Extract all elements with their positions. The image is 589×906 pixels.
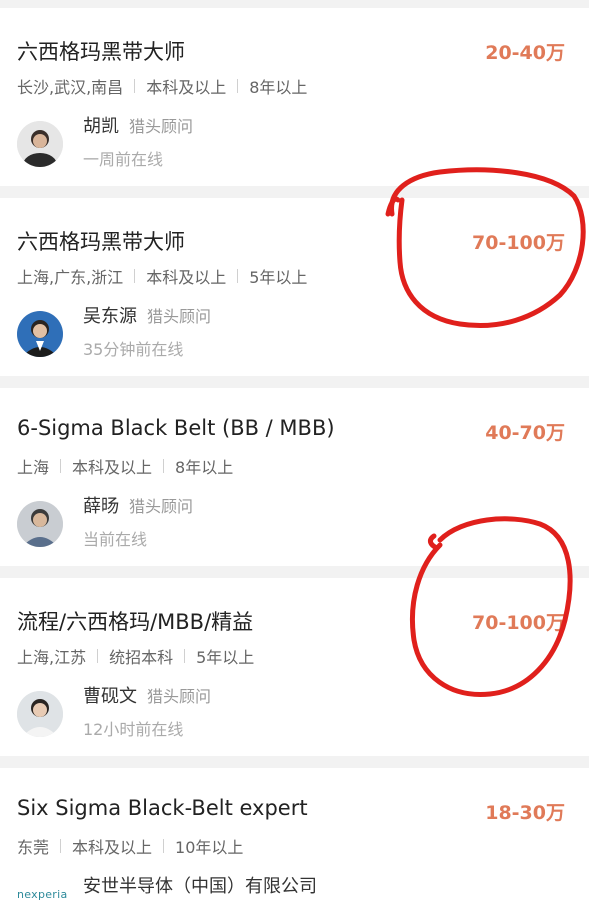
job-title: 六西格玛黑带大师 — [17, 40, 185, 64]
job-title: 六西格玛黑带大师 — [17, 230, 185, 254]
recruiter-role: 猎头顾问 — [147, 687, 212, 706]
divider — [163, 839, 165, 853]
recruiter-role: 猎头顾问 — [129, 117, 194, 136]
job-meta: 上海,江苏 统招本科 5年以上 — [17, 644, 254, 668]
salary: 70-100万 — [472, 612, 565, 634]
recruiter-role: 猎头顾问 — [129, 497, 194, 516]
avatar[interactable] — [17, 311, 63, 357]
experience: 8年以上 — [249, 78, 308, 97]
experience: 10年以上 — [175, 838, 244, 857]
salary: 40-70万 — [485, 422, 565, 444]
divider — [237, 269, 239, 283]
company-logo: nexperia — [17, 888, 68, 901]
recruiter-name: 薛旸 猎头顾问 — [83, 496, 194, 517]
salary: 18-30万 — [485, 802, 565, 824]
job-meta: 上海,广东,浙江 本科及以上 5年以上 — [17, 264, 307, 288]
job-meta: 长沙,武汉,南昌 本科及以上 8年以上 — [17, 74, 307, 98]
divider — [97, 649, 99, 663]
education: 统招本科 — [109, 648, 174, 667]
experience: 8年以上 — [175, 458, 234, 477]
experience: 5年以上 — [249, 268, 308, 287]
recruiter-role: 猎头顾问 — [147, 307, 212, 326]
divider — [134, 79, 136, 93]
avatar[interactable] — [17, 501, 63, 547]
job-card[interactable]: 六西格玛黑带大师 70-100万 上海,广东,浙江 本科及以上 5年以上 吴东源 猎头… — [0, 198, 589, 376]
divider — [60, 459, 62, 473]
avatar[interactable] — [17, 121, 63, 167]
salary: 70-100万 — [472, 232, 565, 254]
location: 上海 — [17, 458, 50, 477]
education: 本科及以上 — [146, 268, 227, 287]
online-status: 12小时前在线 — [83, 720, 184, 739]
job-card[interactable]: 流程/六西格玛/MBB/精益 70-100万 上海,江苏 统招本科 5年以上 曹砚文… — [0, 578, 589, 756]
job-meta: 上海 本科及以上 8年以上 — [17, 454, 233, 478]
job-card[interactable]: 六西格玛黑带大师 20-40万 长沙,武汉,南昌 本科及以上 8年以上 胡凯 猎头顾问… — [0, 8, 589, 186]
divider — [134, 269, 136, 283]
divider — [60, 839, 62, 853]
job-title: 6-Sigma Black Belt (BB / MBB) — [17, 416, 335, 440]
online-status: 35分钟前在线 — [83, 340, 184, 359]
salary: 20-40万 — [485, 42, 565, 64]
location: 上海,广东,浙江 — [17, 268, 124, 287]
education: 本科及以上 — [146, 78, 227, 97]
avatar[interactable] — [17, 691, 63, 737]
location: 东莞 — [17, 838, 50, 857]
location: 长沙,武汉,南昌 — [17, 78, 124, 97]
recruiter-name: 曹砚文 猎头顾问 — [83, 686, 212, 707]
divider — [237, 79, 239, 93]
online-status: 当前在线 — [83, 530, 148, 549]
recruiter-name: 吴东源 猎头顾问 — [83, 306, 212, 327]
education: 本科及以上 — [72, 458, 153, 477]
job-title: Six Sigma Black-Belt expert — [17, 796, 308, 820]
divider — [184, 649, 186, 663]
job-title: 流程/六西格玛/MBB/精益 — [17, 610, 254, 634]
location: 上海,江苏 — [17, 648, 87, 667]
online-status: 一周前在线 — [83, 150, 164, 169]
experience: 5年以上 — [196, 648, 255, 667]
job-card[interactable]: 6-Sigma Black Belt (BB / MBB) 40-70万 上海 本… — [0, 388, 589, 566]
job-card[interactable]: Six Sigma Black-Belt expert 18-30万 东莞 本科及… — [0, 768, 589, 906]
job-meta: 东莞 本科及以上 10年以上 — [17, 834, 243, 858]
company-name: 安世半导体（中国）有限公司 — [83, 876, 317, 897]
divider — [163, 459, 165, 473]
recruiter-name: 胡凯 猎头顾问 — [83, 116, 194, 137]
education: 本科及以上 — [72, 838, 153, 857]
